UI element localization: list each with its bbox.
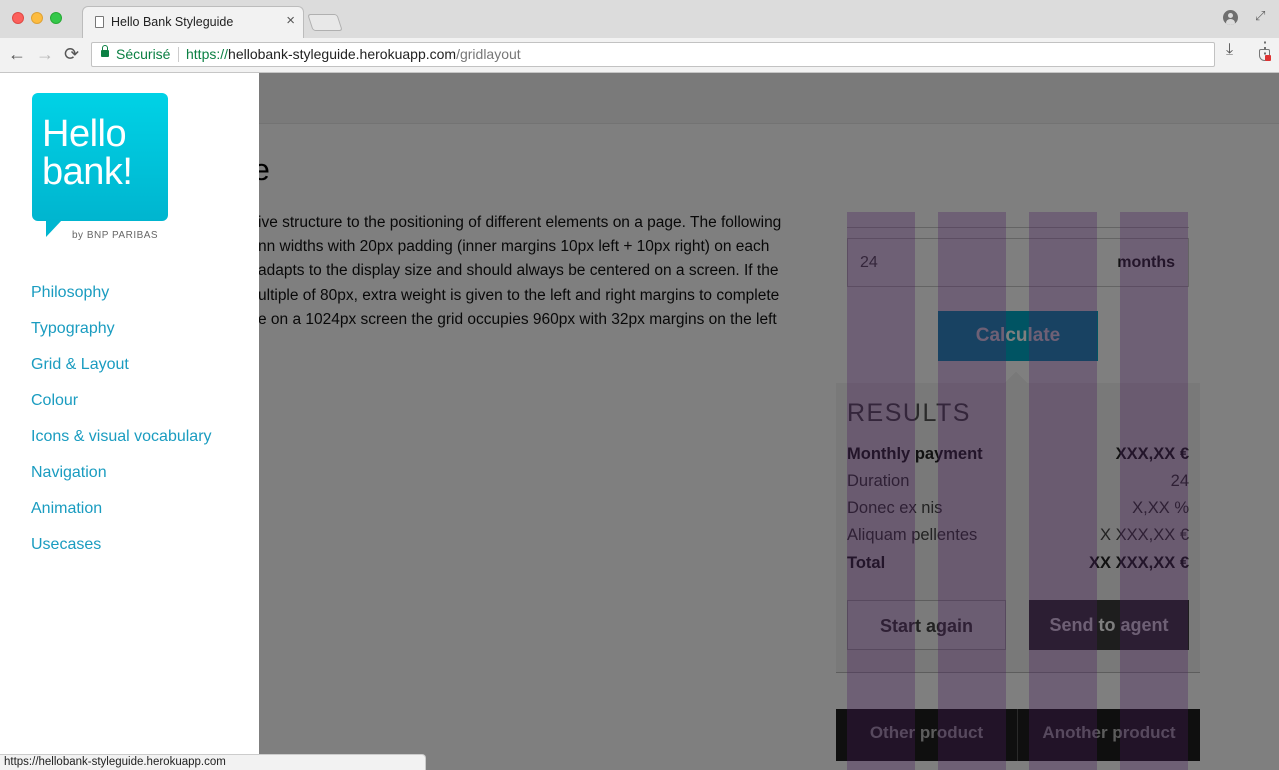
logo-subtitle: by BNP PARIBAS bbox=[72, 230, 159, 241]
address-separator bbox=[178, 47, 179, 62]
sidebar-item-grid-layout[interactable]: Grid & Layout bbox=[31, 356, 212, 392]
new-tab-button[interactable] bbox=[307, 14, 343, 31]
drawer-backdrop[interactable] bbox=[259, 73, 1279, 770]
url-host: hellobank-styleguide.herokuapp.com bbox=[228, 46, 457, 62]
forward-icon[interactable]: → bbox=[36, 43, 54, 65]
hello-bank-logo[interactable]: Hello bank! by BNP PARIBAS bbox=[32, 93, 168, 243]
logo-speech-tail bbox=[46, 220, 62, 237]
sidebar-item-colour[interactable]: Colour bbox=[31, 392, 212, 428]
zoom-window-button[interactable] bbox=[50, 12, 62, 24]
back-icon[interactable]: ← bbox=[8, 43, 26, 65]
sidebar-item-usecases[interactable]: Usecases bbox=[31, 536, 212, 572]
logo-wordmark: Hello bank! bbox=[42, 113, 133, 193]
logo-badge: Hello bank! bbox=[32, 93, 168, 221]
secure-label: Sécurisé bbox=[116, 46, 171, 62]
sidebar: Hello bank! by BNP PARIBAS Philosophy Ty… bbox=[0, 73, 259, 770]
url-path: /gridlayout bbox=[456, 46, 521, 62]
reload-icon[interactable]: ⟳ bbox=[64, 43, 79, 65]
browser-toolbar: ← → ⟳ Sécurisé https://hellobank-stylegu… bbox=[0, 38, 1279, 73]
page-icon bbox=[95, 16, 104, 28]
menu-icon[interactable]: ⋮ bbox=[1257, 41, 1273, 57]
profile-icon[interactable] bbox=[1223, 10, 1238, 25]
minimize-window-button[interactable] bbox=[31, 12, 43, 24]
download-icon[interactable]: ⤓ bbox=[1226, 41, 1233, 59]
address-bar[interactable]: Sécurisé https://hellobank-styleguide.he… bbox=[91, 42, 1271, 67]
browser-tab[interactable]: Hello Bank Styleguide × bbox=[82, 6, 304, 39]
lock-icon bbox=[101, 45, 109, 57]
status-bar: https://hellobank-styleguide.herokuapp.c… bbox=[0, 754, 426, 770]
page-viewport: ure ive structure to the positioning of … bbox=[0, 73, 1279, 770]
url-text[interactable]: https://hellobank-styleguide.herokuapp.c… bbox=[186, 46, 521, 62]
sidebar-item-animation[interactable]: Animation bbox=[31, 500, 212, 536]
logo-line: Hello bbox=[42, 113, 127, 155]
sidebar-item-typography[interactable]: Typography bbox=[31, 320, 212, 356]
fullscreen-icon[interactable]: ⤢ bbox=[1255, 8, 1265, 24]
sidebar-item-philosophy[interactable]: Philosophy bbox=[31, 284, 212, 320]
browser-titlebar: Hello Bank Styleguide × ⤢ bbox=[0, 0, 1279, 39]
sidebar-nav: Philosophy Typography Grid & Layout Colo… bbox=[31, 284, 212, 572]
logo-line: bank! bbox=[42, 151, 133, 193]
sidebar-item-icons[interactable]: Icons & visual vocabulary bbox=[31, 428, 212, 464]
tab-close-icon[interactable]: × bbox=[286, 13, 295, 29]
sidebar-item-navigation[interactable]: Navigation bbox=[31, 464, 212, 500]
window-controls bbox=[12, 12, 62, 24]
url-protocol: https:// bbox=[186, 46, 229, 62]
tab-title: Hello Bank Styleguide bbox=[111, 15, 234, 29]
status-url: https://hellobank-styleguide.herokuapp.c… bbox=[4, 756, 226, 768]
close-window-button[interactable] bbox=[12, 12, 24, 24]
